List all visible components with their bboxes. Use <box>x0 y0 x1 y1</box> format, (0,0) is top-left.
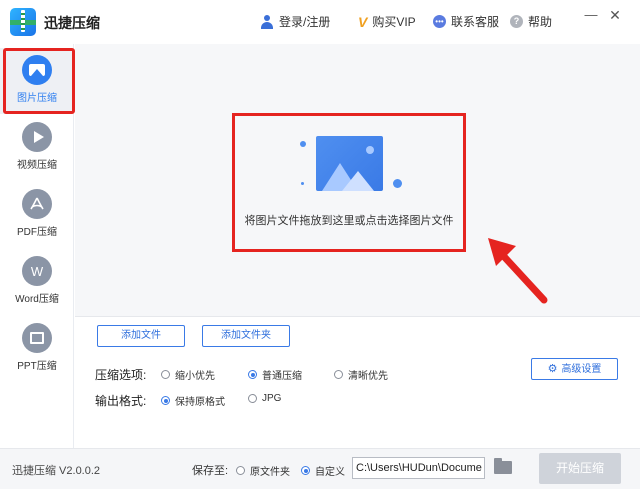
image-icon <box>22 55 52 85</box>
login-register-link[interactable]: 登录/注册 <box>260 13 330 30</box>
output-format-label: 输出格式: <box>95 394 147 408</box>
sidebar-item-image-compress[interactable]: 图片压缩 <box>0 48 74 114</box>
sidebar-item-label: 视频压缩 <box>17 160 57 171</box>
radio-clarity-priority[interactable]: 清晰优先 <box>334 367 388 382</box>
radio-label: 自定义 <box>315 467 345 478</box>
pdf-icon <box>22 189 52 219</box>
add-file-button[interactable]: 添加文件 <box>97 325 185 347</box>
help-icon: ? <box>510 15 523 28</box>
red-arrow-annotation <box>488 238 548 304</box>
radio-label: JPG <box>262 393 282 404</box>
radio-label: 保持原格式 <box>175 397 225 408</box>
add-folder-button[interactable]: 添加文件夹 <box>202 325 290 347</box>
chat-icon: ••• <box>433 15 446 28</box>
save-to-label: 保存至: <box>192 465 229 477</box>
radio-indicator <box>161 396 170 405</box>
sidebar-item-label: PPT压缩 <box>17 361 57 372</box>
start-compress-button[interactable]: 开始压缩 <box>539 453 621 484</box>
radio-indicator <box>248 394 257 403</box>
advanced-settings-button[interactable]: ⚙ 高级设置 <box>531 358 618 380</box>
contact-service-link[interactable]: ••• 联系客服 <box>433 13 499 30</box>
buy-vip-link[interactable]: V 购买VIP <box>358 13 416 30</box>
vip-icon: V <box>358 13 368 30</box>
sidebar-item-label: PDF压缩 <box>17 227 57 238</box>
radio-keep-format[interactable]: 保持原格式 <box>161 393 225 408</box>
app-version: 迅捷压缩 V2.0.0.2 <box>12 465 101 477</box>
ppt-icon <box>22 323 52 353</box>
radio-indicator <box>334 370 343 379</box>
radio-indicator <box>236 466 245 475</box>
sidebar-item-pdf-compress[interactable]: PDF压缩 <box>0 182 74 248</box>
help-link[interactable]: ? 帮助 <box>510 13 552 30</box>
save-path-input[interactable]: C:\Users\HUDun\Docume <box>352 457 485 479</box>
app-title: 迅捷压缩 <box>44 15 100 31</box>
drop-zone-highlight <box>232 113 466 252</box>
radio-original-folder[interactable]: 原文件夹 <box>236 463 290 478</box>
radio-shrink-priority[interactable]: 缩小优先 <box>161 367 215 382</box>
minimize-button[interactable]: — <box>582 6 600 24</box>
radio-label: 清晰优先 <box>348 371 388 382</box>
sidebar-item-video-compress[interactable]: 视频压缩 <box>0 115 74 181</box>
sidebar: 图片压缩 视频压缩 PDF压缩 W Word压缩 PPT压缩 <box>0 44 74 448</box>
user-icon <box>260 14 274 29</box>
radio-custom-folder[interactable]: 自定义 <box>301 463 345 478</box>
folder-icon[interactable] <box>494 458 512 474</box>
radio-jpg[interactable]: JPG <box>248 393 281 404</box>
vip-label: 购买VIP <box>372 15 416 29</box>
title-bar: 迅捷压缩 登录/注册 V 购买VIP ••• 联系客服 ? 帮助 — ✕ <box>0 0 640 44</box>
sidebar-item-label: 图片压缩 <box>17 93 57 104</box>
play-icon <box>22 122 52 152</box>
sidebar-item-ppt-compress[interactable]: PPT压缩 <box>0 316 74 382</box>
radio-label: 原文件夹 <box>250 467 290 478</box>
advanced-label: 高级设置 <box>561 364 602 375</box>
radio-indicator <box>301 466 310 475</box>
gear-icon: ⚙ <box>547 363 558 375</box>
sidebar-item-word-compress[interactable]: W Word压缩 <box>0 249 74 315</box>
radio-indicator <box>161 370 170 379</box>
help-label: 帮助 <box>528 15 553 29</box>
app-logo-icon <box>10 8 36 36</box>
radio-indicator <box>248 370 257 379</box>
sidebar-item-label: Word压缩 <box>15 294 59 305</box>
service-label: 联系客服 <box>451 15 500 29</box>
radio-label: 普通压缩 <box>262 371 302 382</box>
radio-label: 缩小优先 <box>175 371 215 382</box>
radio-normal-compress[interactable]: 普通压缩 <box>248 367 302 382</box>
login-label: 登录/注册 <box>279 15 331 29</box>
compress-options-label: 压缩选项: <box>95 368 147 382</box>
close-button[interactable]: ✕ <box>606 6 624 24</box>
word-icon: W <box>22 256 52 286</box>
